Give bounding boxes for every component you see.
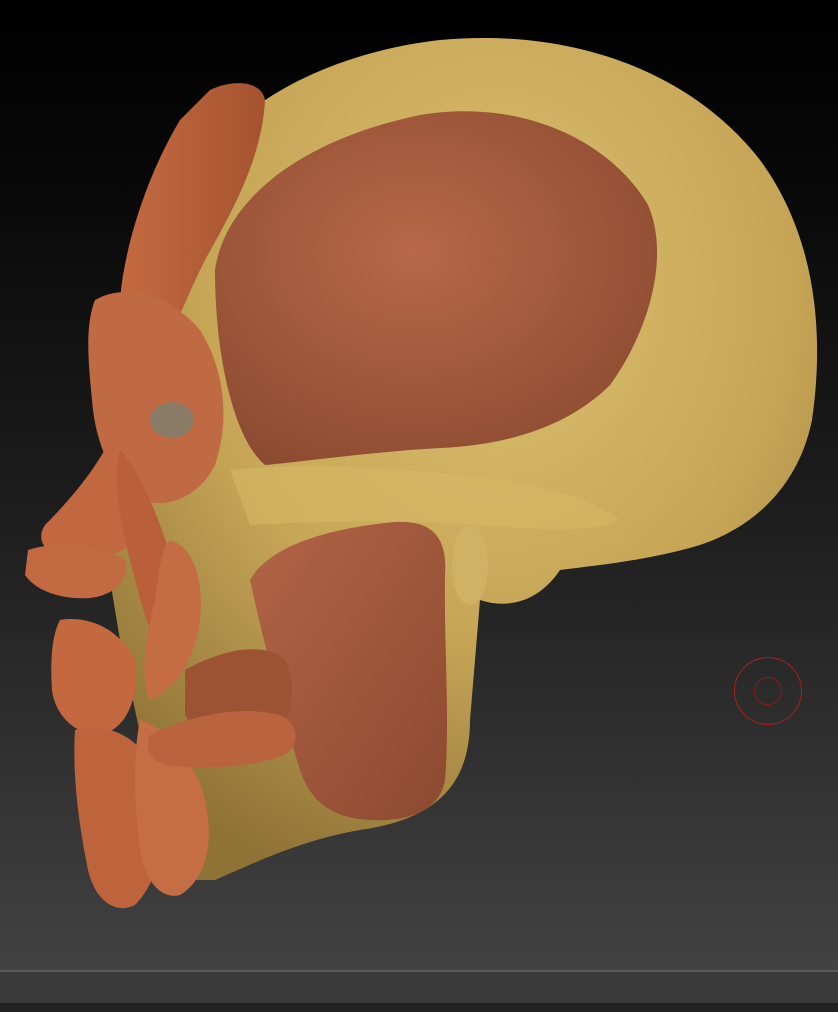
status-bar bbox=[0, 972, 838, 1003]
3d-viewport[interactable] bbox=[0, 0, 838, 970]
eye-socket bbox=[150, 402, 194, 438]
brush-cursor-inner-ring bbox=[754, 677, 782, 705]
brush-cursor-icon bbox=[734, 657, 802, 725]
skull-model[interactable] bbox=[0, 0, 838, 970]
bottom-edge bbox=[0, 1003, 838, 1012]
mastoid-process bbox=[452, 525, 488, 605]
